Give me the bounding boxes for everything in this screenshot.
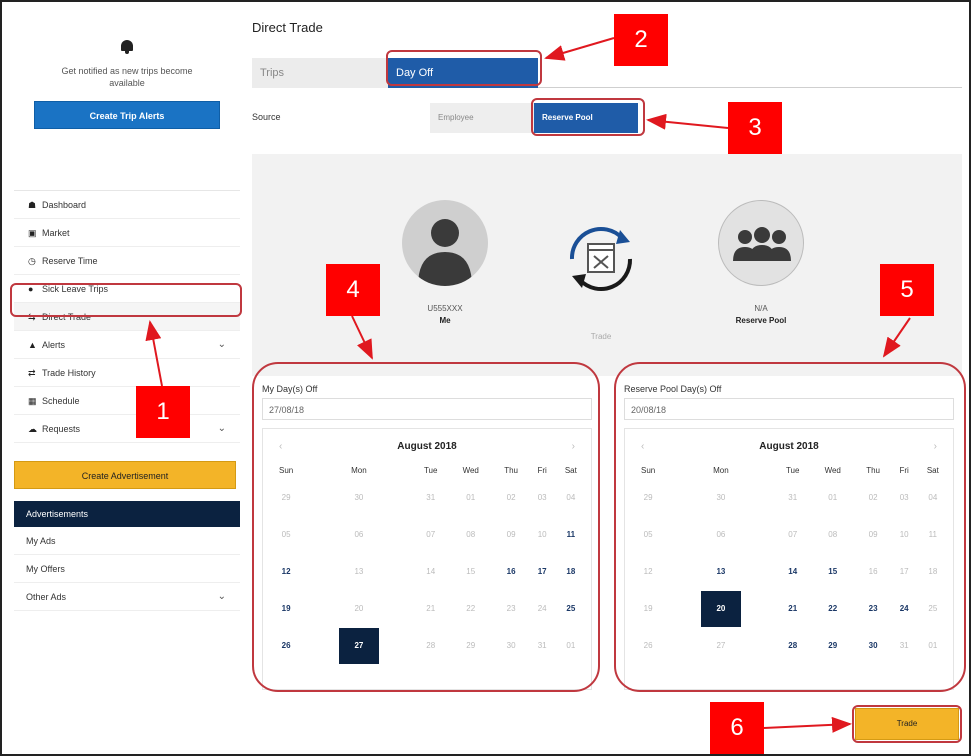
trade-cycle-icon: [558, 216, 644, 302]
group-icon: [733, 227, 791, 261]
advertisements-header: Advertisements: [14, 501, 240, 527]
callout-badge-4: 4: [326, 264, 380, 316]
calendar-icon: ▦: [28, 396, 37, 406]
sidebar-item-reserve-time[interactable]: ◷ Reserve Time: [14, 247, 240, 275]
avatar-me: [402, 200, 488, 286]
callout-badge-5: 5: [880, 264, 934, 316]
pool-id: N/A: [754, 304, 768, 313]
tab-trips[interactable]: Trips: [252, 58, 388, 88]
highlight-my-days-off: [252, 362, 600, 692]
sidebar-item-alerts[interactable]: ▲ Alerts ⌄: [14, 331, 240, 359]
bell-icon: [120, 38, 134, 54]
callout-badge-3: 3: [728, 102, 782, 154]
market-icon: ▣: [28, 228, 37, 238]
create-trip-alerts-button[interactable]: Create Trip Alerts: [34, 101, 220, 129]
ads-item-label: Other Ads: [26, 592, 67, 602]
sidebar-item-label: Requests: [42, 424, 81, 434]
page-title: Direct Trade: [252, 20, 323, 35]
me-id: U555XXX: [427, 304, 463, 313]
chevron-down-icon: ⌄: [217, 339, 226, 350]
source-employee-option[interactable]: Employee: [430, 103, 534, 133]
bell-icon: ▲: [28, 340, 37, 350]
highlight-reserve-pool: [531, 98, 645, 136]
sidebar-item-label: Trade History: [42, 368, 96, 378]
create-advertisement-button[interactable]: Create Advertisement: [14, 461, 236, 489]
chevron-down-icon: ⌄: [217, 591, 226, 602]
pool-name: Reserve Pool: [735, 316, 787, 325]
highlight-trade-button: [852, 705, 962, 743]
notify-text: Get notified as new trips become availab…: [61, 66, 193, 88]
sidebar-item-schedule[interactable]: ▦ Schedule: [14, 387, 240, 415]
history-icon: ⇄: [28, 368, 36, 378]
sidebar-item-dashboard[interactable]: ☗ Dashboard: [14, 191, 240, 219]
sidebar-item-requests[interactable]: ☁ Requests ⌄: [14, 415, 240, 443]
notify-section: Get notified as new trips become availab…: [14, 20, 240, 170]
ads-item-other-ads[interactable]: Other Ads ⌄: [14, 583, 240, 611]
avatar-reserve-pool: [718, 200, 804, 286]
sidebar-item-label: Market: [42, 228, 70, 238]
chevron-down-icon: ⌄: [217, 423, 226, 434]
callout-badge-2: 2: [614, 14, 668, 66]
sidebar-item-trade-history[interactable]: ⇄ Trade History: [14, 359, 240, 387]
sidebar-item-label: Alerts: [42, 340, 66, 350]
sidebar-item-market[interactable]: ▣ Market: [14, 219, 240, 247]
dashboard-icon: ☗: [28, 200, 37, 210]
requests-icon: ☁: [28, 424, 37, 434]
highlight-day-off-tab: [386, 50, 542, 86]
callout-badge-6: 6: [710, 702, 764, 754]
tab-bar: Trips Day Off: [252, 58, 962, 88]
ads-item-my-offers[interactable]: My Offers: [14, 555, 240, 583]
me-name: Me: [439, 316, 451, 325]
person-icon: [418, 219, 472, 286]
sidebar-item-label: Reserve Time: [42, 256, 98, 266]
sidebar-item-label: Dashboard: [42, 200, 87, 210]
clock-icon: ◷: [28, 256, 36, 266]
source-label: Source: [252, 112, 281, 122]
sidebar-item-label: Schedule: [42, 396, 80, 406]
callout-badge-1: 1: [136, 386, 190, 438]
highlight-reserve-pool-days-off: [614, 362, 966, 692]
trade-caption: Trade: [590, 332, 612, 341]
main-content: Direct Trade Trips Day Off Source Employ…: [252, 20, 962, 376]
highlight-direct-trade: [10, 283, 242, 317]
ads-item-my-ads[interactable]: My Ads: [14, 527, 240, 555]
